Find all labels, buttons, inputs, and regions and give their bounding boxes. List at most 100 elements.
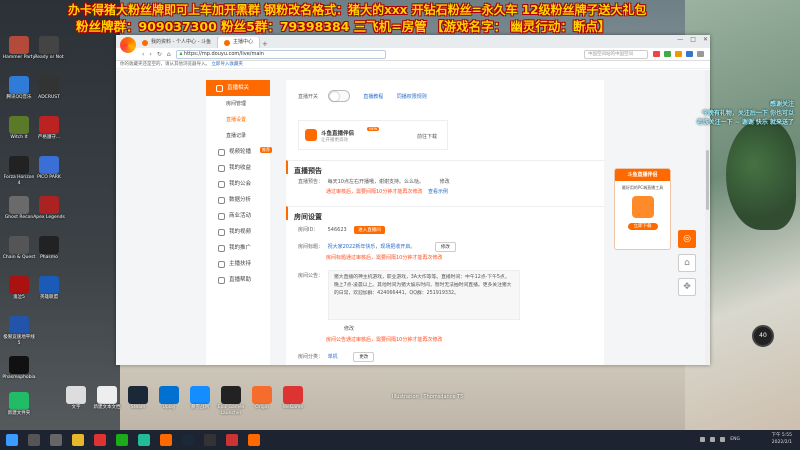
live-tutorial-link[interactable]: 直播教程 bbox=[363, 94, 383, 100]
preview-example-link[interactable]: 查看示例 bbox=[428, 189, 448, 195]
desktop-icon[interactable]: Origin bbox=[245, 386, 279, 411]
overlay-line-2: 今晚有礼物，关注后一下 你也可以 bbox=[701, 110, 794, 117]
sidebar-item[interactable]: 我的视频 bbox=[206, 224, 270, 240]
desktop-icon[interactable]: WeGame bbox=[276, 386, 310, 411]
desktop-icon-label: Phasmophobia bbox=[2, 375, 36, 380]
sidebar-item[interactable]: 直播设置 bbox=[206, 112, 270, 128]
desktop-icon[interactable]: Hammer Party bbox=[2, 36, 36, 61]
close-icon[interactable]: ✕ bbox=[703, 36, 708, 43]
minimize-icon[interactable]: — bbox=[677, 36, 683, 43]
desktop-icon[interactable]: 英雄联盟 bbox=[32, 276, 66, 301]
task-view-icon[interactable] bbox=[50, 434, 62, 446]
desktop-icon[interactable]: 鬼泣5 bbox=[2, 276, 36, 301]
desktop-icon[interactable]: 暴雪战网 bbox=[183, 386, 217, 411]
sidebar-item[interactable]: 我的公会 bbox=[206, 176, 270, 192]
sidebar-item[interactable]: 我的推广 bbox=[206, 240, 270, 256]
desktop-icon[interactable]: Phasmophobia bbox=[2, 356, 36, 381]
maximize-icon[interactable]: □ bbox=[690, 36, 696, 43]
address-bar[interactable]: 🔒︎ https://mp.douyu.com/live/main bbox=[175, 49, 386, 59]
companion-side-panel[interactable]: 斗鱼直播伴侣 最好用的PC端直播工具 立即下载 bbox=[614, 168, 671, 250]
tray-lang[interactable]: ENG bbox=[730, 437, 740, 442]
live-switch-toggle[interactable] bbox=[327, 90, 350, 102]
clock[interactable]: 下午 5:55 2022/2/1 bbox=[771, 432, 792, 446]
promo-download-link[interactable]: 前往下载 bbox=[417, 133, 437, 140]
tray-icon[interactable] bbox=[700, 437, 706, 442]
float-gamepad-icon[interactable]: ✥ bbox=[678, 278, 696, 296]
sidebar-item[interactable]: 视频轮播 推荐 bbox=[206, 144, 272, 160]
sidebar-item[interactable]: 直播记录 bbox=[206, 128, 270, 144]
desktop-icon[interactable]: ADCRUST bbox=[32, 76, 66, 101]
extension-icon[interactable] bbox=[675, 51, 682, 57]
back-icon[interactable]: ‹ bbox=[142, 51, 144, 58]
app-icon[interactable] bbox=[138, 434, 150, 446]
sidebar-item[interactable]: 商业活动 bbox=[206, 208, 270, 224]
room-id-value: 546623 bbox=[327, 227, 347, 233]
companion-promo-card[interactable]: 斗鱼直播伴侣 NEW 让开播更高效 前往下载 bbox=[298, 120, 448, 150]
float-home-icon[interactable]: ⌂ bbox=[678, 254, 696, 272]
desktop-icon[interactable]: 腾讯QQ音乐 bbox=[2, 76, 36, 101]
desktop-icon[interactable]: Phasmo bbox=[32, 236, 66, 261]
float-target-icon[interactable]: ◎ bbox=[678, 230, 696, 248]
desktop-icon[interactable]: Witch It bbox=[2, 116, 36, 141]
app-icon[interactable] bbox=[226, 434, 238, 446]
steam-icon[interactable] bbox=[182, 434, 194, 446]
file-explorer-icon[interactable] bbox=[72, 434, 84, 446]
sidebar-item[interactable]: 直播相关 bbox=[206, 80, 270, 96]
desktop-icon[interactable]: Epic Games Launcher bbox=[214, 386, 248, 417]
new-tab-button[interactable]: + bbox=[260, 40, 270, 48]
sidebar-item[interactable]: 主播扶持 bbox=[206, 256, 270, 272]
desktop-icon[interactable]: Apex Legends bbox=[32, 196, 66, 221]
wechat-icon[interactable] bbox=[116, 434, 128, 446]
extension-icon[interactable] bbox=[686, 51, 693, 57]
desktop-icon[interactable]: PICO PARK bbox=[32, 156, 66, 181]
tab-anchor-center[interactable]: 主播中心 bbox=[217, 37, 260, 48]
home-icon[interactable]: ⌂ bbox=[167, 51, 171, 58]
forward-icon[interactable]: › bbox=[149, 51, 151, 58]
sidebar-item[interactable]: 房间管理 bbox=[206, 96, 270, 112]
browser-search-input[interactable]: 中国空间站的中国空间 bbox=[584, 50, 648, 59]
desktop-icon[interactable]: 严格遵守... bbox=[32, 116, 66, 141]
room-id-label: 房间ID： bbox=[298, 227, 319, 233]
extension-icon[interactable] bbox=[653, 51, 660, 57]
sidebar-item-label: 我的公会 bbox=[229, 181, 252, 187]
side-panel-download-button[interactable]: 立即下载 bbox=[627, 223, 658, 230]
desktop-icon-label: Chain & Quest bbox=[2, 255, 36, 260]
browser-icon[interactable] bbox=[160, 434, 172, 446]
desktop-icon[interactable]: Ghost Recon bbox=[2, 196, 36, 221]
category-edit-button[interactable]: 更改 bbox=[353, 352, 375, 362]
sidebar-item-label: 直播相关 bbox=[227, 85, 250, 91]
desktop-icon[interactable]: 新建文件夹 bbox=[2, 392, 36, 417]
refresh-icon[interactable]: ↻ bbox=[157, 51, 162, 58]
scrollbar-thumb[interactable] bbox=[706, 150, 709, 210]
tray-icon[interactable] bbox=[720, 437, 726, 442]
sidebar-item[interactable]: 我的收益 bbox=[206, 160, 270, 176]
extension-icon[interactable] bbox=[664, 51, 671, 57]
enter-room-button[interactable]: 进入直播间 bbox=[354, 226, 385, 234]
app-icon[interactable] bbox=[204, 434, 216, 446]
desktop-icon[interactable]: 新建文本文档 bbox=[90, 386, 124, 411]
search-icon[interactable] bbox=[28, 434, 40, 446]
desktop-icon[interactable]: Forza Horizon 4 bbox=[2, 156, 36, 187]
notice-edit-button[interactable]: 修改 bbox=[344, 326, 354, 332]
notice-textarea[interactable]: 猪大直播的神主机游戏，职业游戏，3A大作等等。直播时间：中午12点-下午5点，晚… bbox=[328, 270, 520, 320]
desktop-icon[interactable]: Steam bbox=[121, 386, 155, 411]
menu-icon[interactable] bbox=[697, 51, 704, 57]
app-icon[interactable] bbox=[94, 434, 106, 446]
import-bookmarks-link[interactable]: 立即导入收藏夹 bbox=[211, 62, 243, 67]
preview-edit-button[interactable]: 修改 bbox=[440, 179, 450, 185]
app-icon[interactable] bbox=[248, 434, 260, 446]
live-rules-link[interactable]: 同播权限规则 bbox=[397, 94, 427, 100]
start-icon[interactable] bbox=[6, 434, 18, 446]
desktop-icon[interactable]: Ready or Not bbox=[32, 36, 66, 61]
room-title-edit-button[interactable]: 修改 bbox=[434, 242, 456, 252]
sidebar-item[interactable]: 直播帮助 bbox=[206, 272, 270, 288]
tab-profile[interactable]: 我的资料 - 个人中心 - 斗鱼 bbox=[136, 37, 218, 48]
desktop-icon-label: Witch It bbox=[10, 135, 28, 140]
desktop-icon[interactable]: Uplay bbox=[152, 386, 186, 411]
sidebar-item[interactable]: 数据分析 bbox=[206, 192, 270, 208]
tray-icon[interactable] bbox=[710, 437, 716, 442]
desktop-icon[interactable]: Chain & Quest bbox=[2, 236, 36, 261]
sidebar-item-icon bbox=[218, 164, 225, 172]
desktop-icon[interactable]: 文字 bbox=[59, 386, 93, 411]
desktop-icon[interactable]: 极限竞速地平线5 bbox=[2, 316, 36, 347]
